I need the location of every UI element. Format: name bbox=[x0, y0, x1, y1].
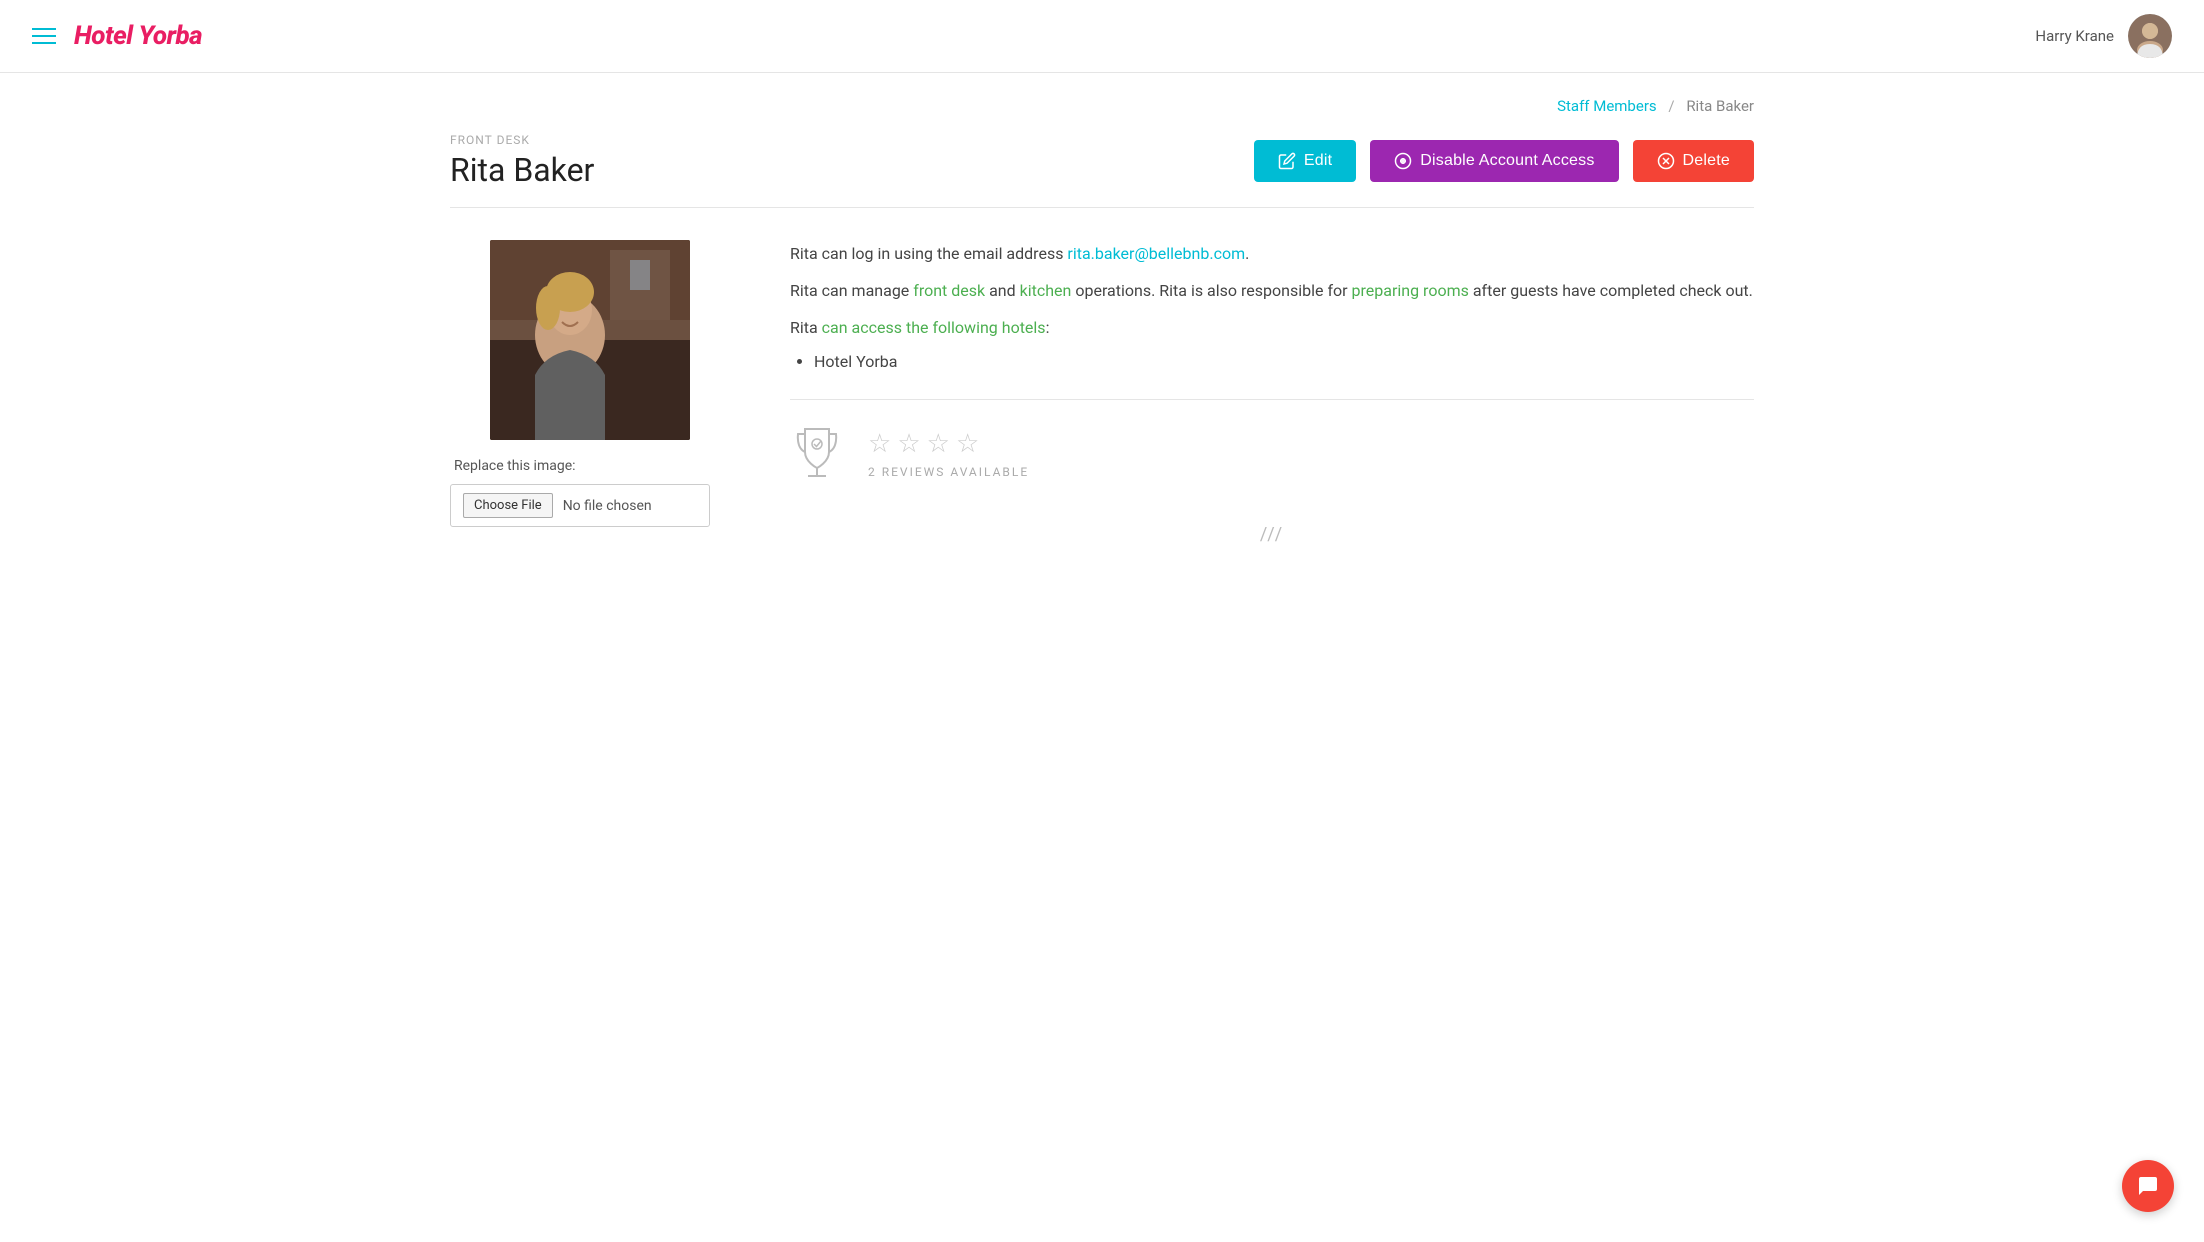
access-info: Rita can access the following hotels: bbox=[790, 314, 1754, 341]
star-4: ☆ bbox=[956, 429, 979, 459]
star-3: ☆ bbox=[927, 429, 950, 459]
disable-icon bbox=[1394, 152, 1412, 170]
role-kitchen: kitchen bbox=[1020, 281, 1072, 300]
hamburger-menu[interactable] bbox=[32, 28, 56, 44]
edit-label: Edit bbox=[1304, 152, 1332, 170]
delete-label: Delete bbox=[1683, 152, 1730, 170]
delete-button[interactable]: Delete bbox=[1633, 140, 1754, 182]
choose-file-button[interactable]: Choose File bbox=[463, 493, 553, 518]
header: Hotel Yorba Harry Krane bbox=[0, 0, 2204, 73]
chat-icon bbox=[2136, 1174, 2160, 1198]
role-front-desk: front desk bbox=[913, 281, 985, 300]
chat-button[interactable] bbox=[2122, 1160, 2174, 1212]
logo: Hotel Yorba bbox=[74, 21, 202, 51]
breadcrumb-current: Rita Baker bbox=[1686, 97, 1754, 115]
star-1: ☆ bbox=[868, 429, 891, 459]
hotel-list: Hotel Yorba bbox=[814, 352, 1754, 371]
header-left: Hotel Yorba bbox=[32, 21, 202, 51]
edit-button[interactable]: Edit bbox=[1254, 140, 1356, 182]
bottom-decoration: /// bbox=[790, 524, 1754, 545]
right-panel: Rita can log in using the email address … bbox=[790, 240, 1754, 545]
header-right: Harry Krane bbox=[2035, 14, 2172, 58]
edit-icon bbox=[1278, 152, 1296, 170]
reviews-count: 2 REVIEWS AVAILABLE bbox=[868, 465, 1029, 479]
login-info: Rita can log in using the email address … bbox=[790, 240, 1754, 267]
user-name: Harry Krane bbox=[2035, 27, 2114, 45]
page-header-actions: Edit Disable Account Access Delete bbox=[1254, 140, 1754, 182]
staff-email[interactable]: rita.baker@bellebnb.com bbox=[1067, 244, 1245, 263]
disable-label: Disable Account Access bbox=[1420, 152, 1594, 170]
delete-icon bbox=[1657, 152, 1675, 170]
stars-area: ☆ ☆ ☆ ☆ 2 REVIEWS AVAILABLE bbox=[868, 429, 1029, 479]
access-prefix: Rita bbox=[790, 318, 822, 337]
list-item: Hotel Yorba bbox=[814, 352, 1754, 371]
staff-role: FRONT DESK bbox=[450, 133, 594, 147]
reviews-section: ☆ ☆ ☆ ☆ 2 REVIEWS AVAILABLE bbox=[790, 424, 1754, 484]
star-2: ☆ bbox=[897, 429, 920, 459]
main-content: Staff Members / Rita Baker FRONT DESK Ri… bbox=[402, 73, 1802, 593]
disable-button[interactable]: Disable Account Access bbox=[1370, 140, 1618, 182]
page-header-left: FRONT DESK Rita Baker bbox=[450, 133, 594, 189]
file-name-display: No file chosen bbox=[563, 498, 652, 514]
staff-photo bbox=[490, 240, 690, 440]
staff-name: Rita Baker bbox=[450, 151, 594, 189]
access-suffix: : bbox=[1046, 318, 1050, 337]
access-link: can access the following hotels bbox=[822, 318, 1046, 337]
file-input-area[interactable]: Choose File No file chosen bbox=[450, 484, 710, 527]
breadcrumb-parent[interactable]: Staff Members bbox=[1557, 97, 1657, 115]
left-panel: Replace this image: Choose File No file … bbox=[450, 240, 730, 545]
page-header: FRONT DESK Rita Baker Edit Disable Accou… bbox=[450, 133, 1754, 189]
content-area: Replace this image: Choose File No file … bbox=[450, 240, 1754, 545]
star-rating: ☆ ☆ ☆ ☆ bbox=[868, 429, 979, 459]
reviews-divider bbox=[790, 399, 1754, 400]
role-preparing-rooms: preparing rooms bbox=[1352, 281, 1469, 300]
header-divider bbox=[450, 207, 1754, 208]
manage-prefix: Rita can manage bbox=[790, 281, 913, 300]
breadcrumb: Staff Members / Rita Baker bbox=[450, 97, 1754, 115]
manage-info: Rita can manage front desk and kitchen o… bbox=[790, 277, 1754, 304]
manage-mid: and bbox=[985, 281, 1020, 300]
breadcrumb-separator: / bbox=[1668, 97, 1674, 115]
manage-end: after guests have completed check out. bbox=[1469, 281, 1753, 300]
trophy-icon bbox=[790, 424, 844, 484]
manage-suffix: operations. Rita is also responsible for bbox=[1071, 281, 1351, 300]
staff-photo-svg bbox=[490, 240, 690, 440]
replace-image-label: Replace this image: bbox=[454, 458, 730, 474]
email-prefix: Rita can log in using the email address bbox=[790, 244, 1067, 263]
avatar bbox=[2128, 14, 2172, 58]
